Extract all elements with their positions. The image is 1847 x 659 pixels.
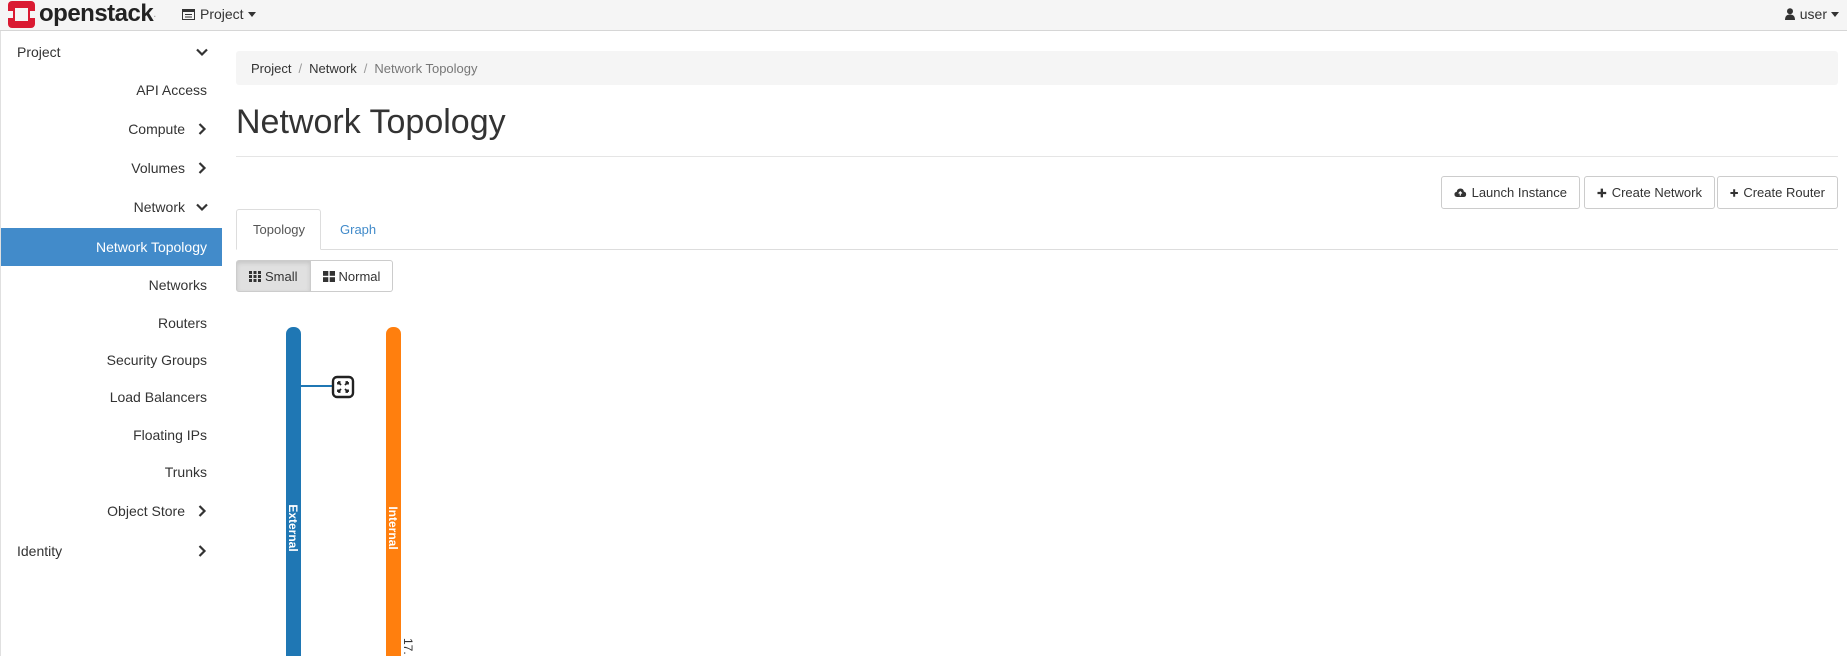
normal-size-button[interactable]: Normal <box>310 260 394 292</box>
user-menu[interactable]: user <box>1784 0 1839 28</box>
sidebar-item-load-balancers[interactable]: Load Balancers <box>1 378 222 416</box>
grid-small-icon <box>249 270 261 282</box>
plus-icon <box>1730 188 1738 197</box>
tabs-divider <box>236 249 1838 250</box>
breadcrumb-separator: / <box>298 60 303 76</box>
tab-topology[interactable]: Topology <box>236 209 321 250</box>
network-bar-external[interactable] <box>286 327 301 659</box>
breadcrumb-separator: / <box>363 60 368 76</box>
sidebar-item-label: API Access <box>136 82 207 98</box>
brand-mark: . <box>153 8 157 20</box>
sidebar-item-volumes[interactable]: Volumes <box>1 149 222 187</box>
topology-svg: External Internal 17. <box>286 327 415 659</box>
sidebar-item-object-store[interactable]: Object Store <box>1 492 222 530</box>
tab-graph[interactable]: Graph <box>324 209 392 250</box>
launch-instance-label: Launch Instance <box>1471 185 1567 200</box>
title-divider <box>236 156 1838 157</box>
chevron-right-icon <box>198 162 207 174</box>
sidebar-item-label: Trunks <box>164 464 207 480</box>
network-external[interactable]: External <box>286 327 301 659</box>
caret-down-icon <box>247 11 256 17</box>
chevron-down-icon <box>196 48 208 57</box>
breadcrumb-network[interactable]: Network <box>309 61 357 76</box>
sidebar-item-label: Security Groups <box>106 352 207 368</box>
plus-icon <box>1597 188 1607 197</box>
router-icon[interactable] <box>331 375 355 399</box>
sidebar-item-api-access[interactable]: API Access <box>1 71 222 109</box>
sidebar-item-label: Compute <box>128 121 185 137</box>
sidebar-item-label: Volumes <box>131 160 185 176</box>
sidebar-item-network[interactable]: Network <box>1 188 222 226</box>
sidebar-item-network-topology[interactable]: Network Topology <box>1 228 222 266</box>
breadcrumb: Project / Network / Network Topology <box>236 51 1838 85</box>
chevron-right-icon <box>198 545 207 557</box>
sidebar-item-security-groups[interactable]: Security Groups <box>1 341 222 379</box>
small-size-button[interactable]: Small <box>236 260 311 292</box>
sidebar-item-label: Network Topology <box>95 239 207 255</box>
create-router-button[interactable]: Create Router <box>1717 176 1838 209</box>
sidebar-item-label: Floating IPs <box>133 427 207 443</box>
user-name: user <box>1799 6 1827 22</box>
page-title: Network Topology <box>236 103 506 141</box>
brand-name: openstack <box>39 0 154 27</box>
create-network-button[interactable]: Create Network <box>1584 176 1715 209</box>
sidebar-item-label: Networks <box>148 277 207 293</box>
network-label-internal: Internal <box>386 506 400 549</box>
sidebar-item-label: Routers <box>157 315 207 331</box>
grid-large-icon <box>322 270 335 282</box>
sidebar-item-label: Identity <box>17 543 63 559</box>
router-node[interactable] <box>331 375 355 399</box>
topology-canvas: External Internal 17. <box>236 320 736 659</box>
cloud-upload-icon <box>1454 188 1467 197</box>
normal-size-label: Normal <box>338 268 381 284</box>
caret-down-icon <box>1831 11 1839 17</box>
sidebar-item-compute[interactable]: Compute <box>1 110 222 148</box>
sidebar-item-identity[interactable]: Identity <box>1 532 222 570</box>
chevron-right-icon <box>198 123 207 135</box>
tab-graph-label: Graph <box>340 222 377 237</box>
sidebar-item-floating-ips[interactable]: Floating IPs <box>1 416 222 454</box>
project-switcher[interactable]: Project <box>182 0 256 28</box>
tab-topology-label: Topology <box>253 222 306 237</box>
sidebar-item-label: Object Store <box>107 503 185 519</box>
sidebar-item-label: Load Balancers <box>109 389 207 405</box>
sidebar-item-label: Network <box>133 199 185 215</box>
breadcrumb-current: Network Topology <box>374 60 478 76</box>
network-bar-internal[interactable] <box>386 327 401 659</box>
network-internal[interactable]: Internal 17. <box>386 327 415 659</box>
openstack-logo-icon <box>8 0 35 28</box>
chevron-down-icon <box>196 203 208 212</box>
project-list-icon <box>182 8 195 20</box>
chevron-right-icon <box>198 505 207 517</box>
sidebar-item-label: Project <box>17 44 61 60</box>
user-icon <box>1784 8 1795 20</box>
create-network-label: Create Network <box>1611 185 1702 200</box>
sidebar: Project API Access Compute Volumes Netwo… <box>0 31 222 656</box>
brand[interactable]: openstack . <box>8 0 156 28</box>
top-navbar: openstack . Project user <box>0 0 1847 31</box>
sidebar-item-trunks[interactable]: Trunks <box>1 453 222 491</box>
create-router-label: Create Router <box>1743 185 1825 200</box>
sidebar-item-routers[interactable]: Routers <box>1 304 222 342</box>
launch-instance-button[interactable]: Launch Instance <box>1441 176 1580 209</box>
project-switcher-label: Project <box>200 6 244 22</box>
small-size-label: Small <box>265 268 298 284</box>
sidebar-item-project[interactable]: Project <box>1 33 222 71</box>
sidebar-item-networks[interactable]: Networks <box>1 266 222 304</box>
network-label-external: External <box>286 504 300 551</box>
network-cidr-internal: 17. <box>401 638 415 655</box>
breadcrumb-project[interactable]: Project <box>251 61 291 76</box>
size-toggle: Small Normal <box>236 260 394 292</box>
